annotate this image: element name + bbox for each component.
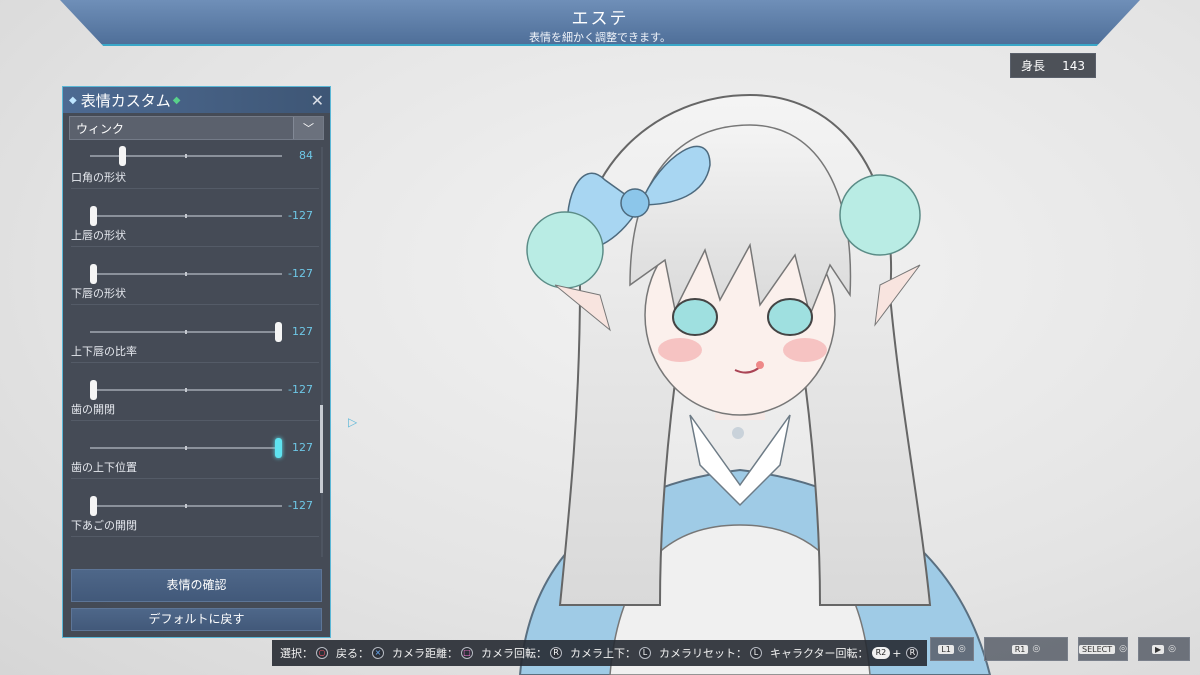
slider-track[interactable]	[90, 272, 282, 276]
slider-label: 上下唇の比率	[71, 343, 319, 363]
height-label: 身長	[1021, 59, 1046, 73]
slider-thumb[interactable]	[119, 146, 126, 166]
panel-title: 表情カスタム	[80, 91, 171, 110]
slider-thumb[interactable]	[275, 438, 282, 458]
panel-header: ◆ 表情カスタム ◆ ✕	[63, 87, 330, 113]
shortcut-tag: R1	[1011, 644, 1029, 654]
help-item: キャラクター回転： R2 + R	[770, 645, 919, 661]
slider-thumb[interactable]	[275, 322, 282, 342]
gem-icon: ◆	[172, 94, 181, 106]
accessory-icon: ◎	[957, 644, 966, 654]
help-item: カメラ上下： L	[570, 645, 651, 661]
slider-value: 127	[292, 441, 313, 454]
slider-label: 下あごの開閉	[71, 517, 319, 537]
help-label: カメラ距離：	[392, 647, 458, 660]
help-label: カメラ上下：	[570, 647, 636, 660]
square-button-icon: □	[461, 647, 473, 659]
height-value: 143	[1062, 58, 1085, 73]
slider-row: 歯の開閉 127	[63, 401, 325, 459]
character-preview[interactable]	[460, 85, 1020, 675]
pointer-cursor-icon: ▷	[348, 415, 358, 429]
help-label: 選択：	[280, 647, 313, 660]
slider-value: -127	[288, 209, 313, 222]
slider-value: 127	[292, 325, 313, 338]
screen-subtitle: 表情を細かく調整できます。	[529, 31, 671, 44]
circle-button-icon: ○	[316, 647, 328, 659]
shortcut-box[interactable]: ▶ ◎	[1138, 637, 1190, 661]
help-label: カメラ回転：	[481, 647, 547, 660]
slider-row: 下唇の形状 127	[63, 285, 325, 343]
slider-thumb[interactable]	[90, 496, 97, 516]
help-label: 戻る：	[336, 647, 369, 660]
shortcut-box[interactable]: L1 ◎	[930, 637, 974, 661]
slider-label: 歯の上下位置	[71, 459, 319, 479]
slider-label: 上唇の形状	[71, 227, 319, 247]
r2-button-icon: R2	[871, 647, 891, 659]
screen-title: エステ	[571, 9, 629, 29]
right-stick-icon: R	[550, 647, 562, 659]
slider-track[interactable]	[90, 388, 282, 392]
chevron-down-icon[interactable]: ﹀	[293, 117, 323, 139]
plus-text: +	[892, 646, 902, 660]
close-icon[interactable]: ✕	[311, 91, 324, 110]
slider-thumb[interactable]	[90, 380, 97, 400]
scrollbar-thumb[interactable]	[320, 405, 323, 493]
cross-button-icon: ×	[372, 647, 384, 659]
slider-value: -127	[288, 267, 313, 280]
shortcut-tag: ▶	[1151, 644, 1165, 654]
help-item: カメラリセット： L	[659, 645, 762, 661]
controls-help-bar: 選択： ○ 戻る： × カメラ距離： □ カメラ回転： R カメラ上下： L カメラリセット： L キャ…	[272, 640, 927, 666]
help-item: 戻る： ×	[336, 645, 384, 661]
right-stick-icon: R	[906, 647, 919, 659]
help-item: カメラ距離： □	[392, 645, 473, 661]
dropdown-selected-value: ウィンク	[76, 121, 125, 136]
scrollbar-track[interactable]	[321, 147, 323, 557]
help-label: カメラリセット：	[659, 647, 747, 660]
slider-thumb[interactable]	[90, 264, 97, 284]
shortcut-boxes: L1 ◎ R1 ◎ SELECT ◎ ▶ ◎	[930, 637, 1190, 661]
reset-default-button[interactable]: デフォルトに戻す	[71, 608, 322, 631]
slider-track[interactable]	[90, 504, 282, 508]
shortcut-tag: SELECT	[1079, 644, 1116, 654]
slider-row: 上下唇の比率 -127	[63, 343, 325, 401]
slider-row: 上唇の形状 -127	[63, 227, 325, 285]
slider-row: 口角の形状 -127	[63, 169, 325, 227]
help-item: 選択： ○	[280, 645, 328, 661]
slider-row: 歯の上下位置 -127	[63, 459, 325, 517]
slider-thumb[interactable]	[90, 206, 97, 226]
shortcut-box[interactable]: R1 ◎	[984, 637, 1068, 661]
panel-diamond-icon: ◆	[69, 94, 77, 106]
slider-track[interactable]	[90, 214, 282, 218]
slider-value: -127	[288, 499, 313, 512]
height-display: 身長 143	[1010, 53, 1096, 78]
forward-icon: ◎	[1168, 644, 1176, 654]
left-stick-icon: L	[639, 647, 651, 659]
expression-preset-dropdown[interactable]: ウィンク ﹀	[69, 116, 324, 140]
slider-value: 84	[299, 149, 313, 162]
slider-value: -127	[288, 383, 313, 396]
slider-row: 下あごの開閉-127	[63, 517, 325, 553]
confirm-expression-button[interactable]: 表情の確認	[71, 569, 322, 602]
slider-track[interactable]	[90, 446, 282, 450]
return-icon: ◎	[1119, 644, 1127, 654]
shortcut-tag: L1	[938, 644, 954, 654]
slider-label: 口角の形状	[71, 169, 319, 189]
help-label: キャラクター回転：	[770, 647, 869, 660]
slider-list[interactable]: 84 口角の形状 -127 上唇の形状 -127 下唇の形状 127 上下唇の比率 -127 歯…	[63, 143, 325, 553]
slider-label: 下唇の形状	[71, 285, 319, 305]
help-item: カメラ回転： R	[481, 645, 562, 661]
shortcut-box[interactable]: SELECT ◎	[1078, 637, 1128, 661]
expression-custom-panel: ◆ 表情カスタム ◆ ✕ ウィンク ﹀ 84 口角の形状 -127 上唇の形状 -12…	[62, 86, 331, 638]
stick-press-icon: L	[750, 647, 762, 659]
slider-row-partial: 84	[63, 143, 325, 167]
slider-track[interactable]	[90, 330, 282, 334]
outfit-icon: ◎	[1032, 644, 1041, 654]
slider-label: 歯の開閉	[71, 401, 319, 421]
